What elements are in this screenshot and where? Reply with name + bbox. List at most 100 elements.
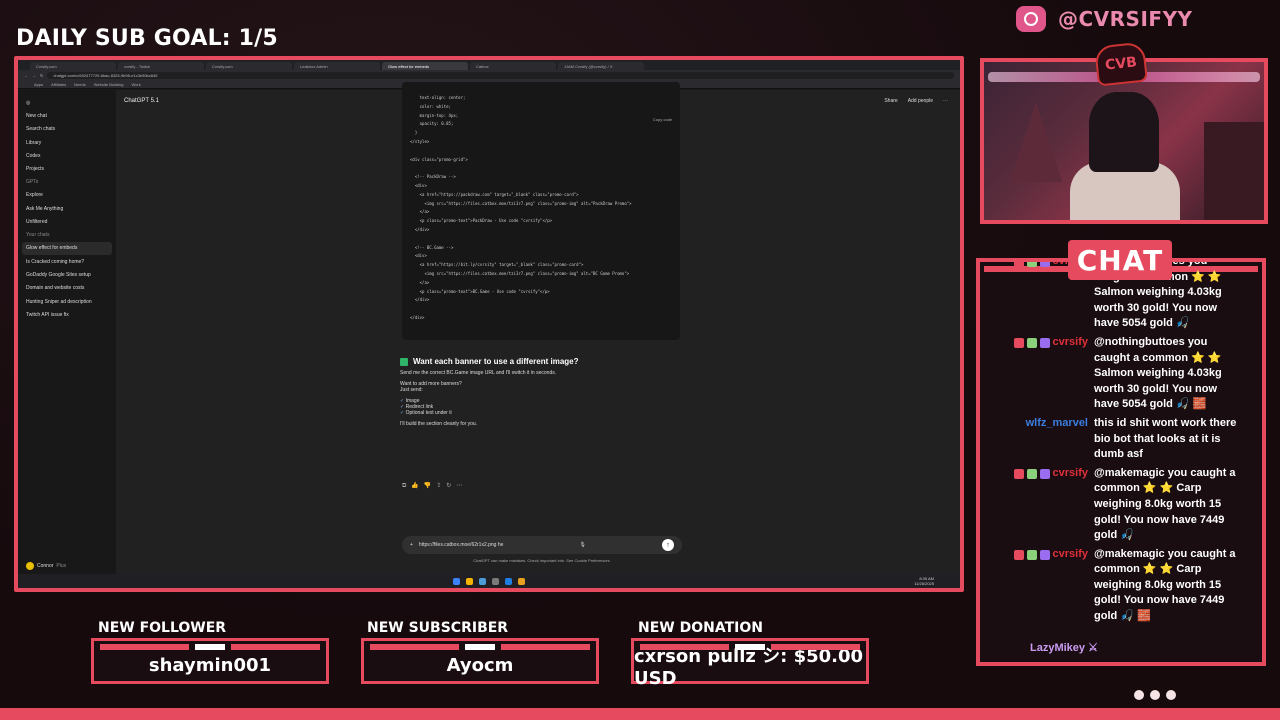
forward-icon[interactable]: → xyxy=(32,73,36,78)
new-follower-label: NEW FOLLOWER xyxy=(98,620,227,636)
copy-code-button[interactable]: Copy code xyxy=(653,116,672,125)
sidebar-projects[interactable]: Projects xyxy=(26,162,108,175)
chat-text: @nothingbuttoes you caught a common ⭐ ⭐ … xyxy=(1094,335,1222,411)
start-icon[interactable] xyxy=(453,577,460,585)
sub-goal-text: DAILY SUB GOAL: 1/5 xyxy=(16,26,278,51)
app-icon[interactable] xyxy=(492,577,499,585)
url-input[interactable]: chatgpt.com/c/692477729-6bac-8325-9b98-e… xyxy=(47,71,954,79)
message-actions[interactable]: ⧉👍👎⇪↻⋯ xyxy=(402,482,467,490)
bookmark[interactable]: Affiliates xyxy=(51,82,66,87)
back-icon[interactable]: ← xyxy=(24,73,28,78)
model-selector[interactable]: ChatGPT 5.1 xyxy=(124,98,159,104)
disclaimer: ChatGPT can make mistakes. Check importa… xyxy=(473,558,611,563)
browser-tab[interactable]: Catbox xyxy=(470,62,556,70)
response-heading: Want each banner to use a different imag… xyxy=(400,358,690,366)
gpt-item[interactable]: Unfiltered xyxy=(26,215,108,228)
sidebar-codex[interactable]: Codex xyxy=(26,149,108,162)
browser-tab[interactable]: Leaktrox Admin xyxy=(294,62,380,70)
chat-item[interactable]: Is Cracked coming home? xyxy=(26,255,108,268)
taskbar-clock: 8:35 AM 11/26/2025 xyxy=(914,576,934,586)
chat-item[interactable]: GoDaddy Google Sites setup xyxy=(26,268,108,281)
response-text: I'll build the section cleanly for you. xyxy=(400,421,478,427)
assistant-response: Want each banner to use a different imag… xyxy=(400,358,690,432)
chatgpt-sidebar: ◎ New chat Search chats Library Codex Pr… xyxy=(18,90,116,574)
bottom-bar xyxy=(0,708,1280,720)
christmas-tree xyxy=(1010,102,1062,182)
chat-badge-icon xyxy=(1026,262,1037,267)
chat-username[interactable]: cvrsify xyxy=(990,547,1094,625)
chats-label: Your chats xyxy=(26,232,50,239)
browser-tab[interactable]: cvrsify - Twitch xyxy=(118,62,204,70)
chat-username[interactable]: wlfz_marvel xyxy=(990,416,1094,463)
chat-badge-icon xyxy=(1039,262,1050,267)
bookmark[interactable]: Website Building xyxy=(94,82,124,87)
address-bar-row: ← → ↻ chatgpt.com/c/692477729-6bac-8325-… xyxy=(18,70,960,80)
chatgpt-window: ◎ New chat Search chats Library Codex Pr… xyxy=(18,82,960,574)
handle-text: @CVRSIFYY xyxy=(1058,7,1193,31)
new-donation-label: NEW DONATION xyxy=(638,620,763,636)
user-profile[interactable]: Connor Plus xyxy=(26,562,66,570)
new-subscriber-box: Ayocm xyxy=(361,638,599,684)
sidebar-new-chat[interactable]: New chat xyxy=(26,109,108,122)
chat-panel: cvrsify@nothingbuttoes you caught a comm… xyxy=(976,258,1266,666)
chat-message: wlfz_marvel this id shit wont work there … xyxy=(980,416,1262,463)
prompt-input[interactable]: + https://files.catbox.moe/62r1x2.png he… xyxy=(402,536,682,554)
chat-item-active[interactable]: Glow effect for embeds xyxy=(22,241,112,255)
chat-badge-icon xyxy=(1026,549,1037,560)
chat-item[interactable]: Domain and website costs xyxy=(26,282,108,295)
user-name: Connor xyxy=(37,563,54,569)
reload-icon[interactable]: ↻ xyxy=(40,73,43,78)
sidebar-search-chats[interactable]: Search chats xyxy=(26,123,108,136)
follower-name: shaymin001 xyxy=(148,654,272,676)
gpts-label: GPTs xyxy=(26,179,39,186)
streamer-head xyxy=(1089,92,1159,172)
browser-tab[interactable]: Cvrsify.com xyxy=(206,62,292,70)
browser-tab[interactable]: JJAM Cvrsify (@cvrsify) / X xyxy=(558,62,644,70)
gpt-item[interactable]: Explore xyxy=(26,189,108,202)
browser-tab[interactable]: Cvrsify.com xyxy=(30,62,116,70)
taskbar: 8:35 AM 11/26/2025 xyxy=(18,574,960,588)
user-plan: Plus xyxy=(56,563,67,569)
subscriber-name: Ayocm xyxy=(446,654,514,676)
checklist: ✓ Image ✓ Redirect link ✓ Optional text … xyxy=(400,398,452,416)
chat-item[interactable]: Twitch API issue fix xyxy=(26,308,108,321)
bookmark[interactable]: Apps xyxy=(34,82,43,87)
chat-badge-icon xyxy=(1026,468,1037,479)
browser-tabs: Cvrsify.com cvrsify - Twitch Cvrsify.com… xyxy=(18,60,960,70)
app-icon[interactable] xyxy=(505,577,512,585)
chat-badge-icon xyxy=(1026,337,1037,348)
send-button[interactable]: ↑ xyxy=(662,539,674,551)
add-people-button[interactable]: Add people xyxy=(908,98,933,104)
new-donation-box: cxrson pullz シ: $50.00 USD xyxy=(631,638,869,689)
avatar xyxy=(26,562,34,570)
code-block: text-align: center; color: white; margin… xyxy=(402,82,680,340)
steam-icon[interactable] xyxy=(479,577,486,585)
share-button[interactable]: Share xyxy=(884,98,897,104)
decor-dots xyxy=(1134,690,1176,700)
code-text: text-align: center; color: white; margin… xyxy=(410,95,632,320)
chat-badge-icon xyxy=(1039,468,1050,479)
app-icon[interactable] xyxy=(518,577,525,585)
chat-badge-icon xyxy=(1039,549,1050,560)
chat-text: @makemagic you caught a common ⭐ ⭐ Carp … xyxy=(1094,466,1236,542)
openai-logo-icon[interactable]: ◎ xyxy=(26,96,108,109)
plus-icon[interactable]: + xyxy=(410,542,413,548)
new-subscriber-label: NEW SUBSCRIBER xyxy=(367,620,509,636)
chat-item[interactable]: Hunting Sniper ad description xyxy=(26,295,108,308)
gpt-item[interactable]: Ask Me Anything xyxy=(26,202,108,215)
chat-username[interactable]: cvrsify xyxy=(990,335,1094,413)
bookmark[interactable]: Needs xyxy=(74,82,86,87)
mic-icon[interactable]: 🎙 xyxy=(580,542,586,548)
browser-tab-active[interactable]: Glow effect for embeds xyxy=(382,62,468,70)
prompt-text[interactable]: https://files.catbox.moe/62r1x2.png he xyxy=(419,542,504,548)
sidebar-library[interactable]: Library xyxy=(26,136,108,149)
chat-badge-icon xyxy=(1013,337,1024,348)
social-handle: @CVRSIFYY xyxy=(1016,6,1193,32)
bookmark[interactable]: Work xyxy=(131,82,140,87)
chat-badge-icon xyxy=(1039,337,1050,348)
chat-badge-icon xyxy=(1013,549,1024,560)
more-icon[interactable]: ⋯ xyxy=(943,98,948,104)
chat-username[interactable]: cvrsify xyxy=(990,466,1094,544)
chat-title: CHAT xyxy=(1068,240,1172,280)
chrome-icon[interactable] xyxy=(466,577,473,585)
